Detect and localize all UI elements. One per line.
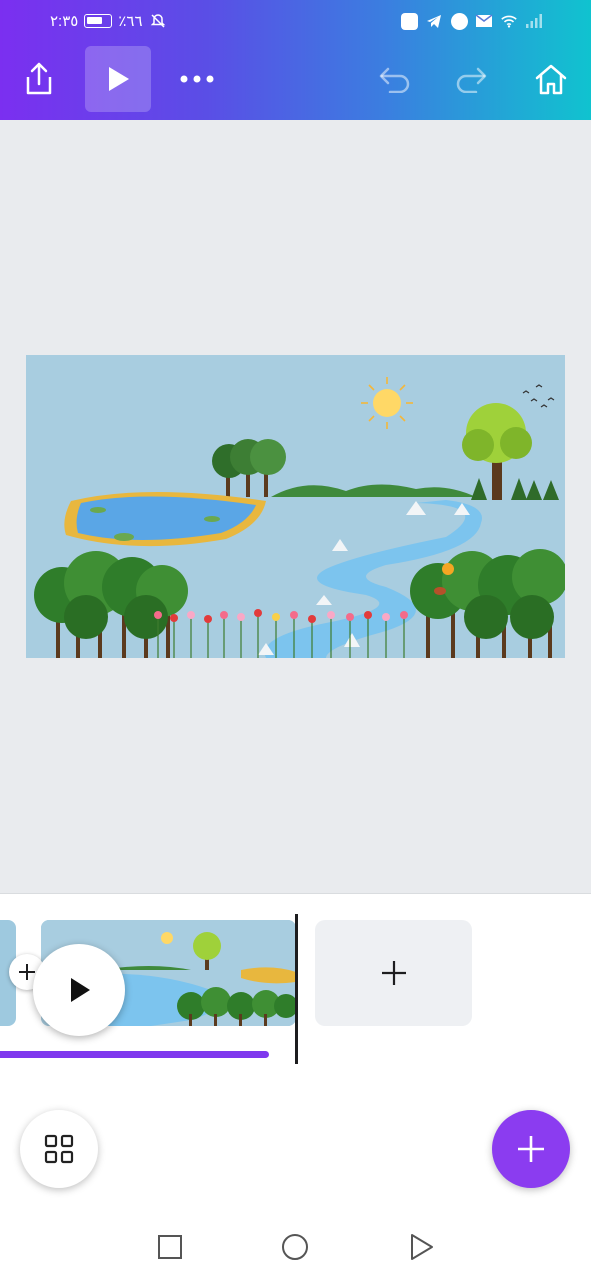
more-icon <box>180 75 214 83</box>
bell-off-icon <box>149 12 167 30</box>
telegram-icon <box>425 12 443 30</box>
back-nav-button[interactable] <box>406 1232 436 1262</box>
clock: ٢:٣٥ <box>50 13 79 30</box>
top-toolbar: ٢:٣٥ ٪٦٦ <box>0 0 591 120</box>
play-icon <box>109 67 129 91</box>
add-element-button[interactable] <box>492 1110 570 1188</box>
redo-icon <box>456 67 487 93</box>
play-preview-button[interactable] <box>85 46 151 112</box>
app-notification-icon <box>400 12 418 30</box>
triangle-icon <box>411 1234 433 1260</box>
more-options-button[interactable] <box>164 46 230 112</box>
design-page[interactable] <box>26 355 565 658</box>
undo-icon <box>379 67 410 93</box>
playback-progress-bar <box>0 1051 269 1058</box>
plus-icon <box>381 961 406 985</box>
mail-icon <box>475 12 493 30</box>
canvas-area[interactable] <box>0 120 591 893</box>
grid-view-button[interactable] <box>20 1110 98 1188</box>
timeline-play-button[interactable] <box>33 944 125 1036</box>
home-nav-button[interactable] <box>280 1232 310 1262</box>
share-button[interactable] <box>6 46 72 112</box>
messenger-icon <box>450 12 468 30</box>
grid-icon <box>44 1134 74 1164</box>
landscape-illustration <box>26 355 565 658</box>
playhead[interactable] <box>295 914 298 1064</box>
share-icon <box>26 62 52 95</box>
redo-button[interactable] <box>438 46 504 112</box>
circle-icon <box>282 1234 308 1260</box>
wifi-icon <box>500 12 518 30</box>
plus-icon <box>518 1136 544 1162</box>
system-navigation-bar <box>0 1210 591 1280</box>
home-icon <box>535 64 567 95</box>
home-button[interactable] <box>518 46 584 112</box>
battery-icon <box>84 14 113 28</box>
add-page-button[interactable] <box>315 920 472 1026</box>
signal-icon <box>525 12 543 30</box>
play-icon <box>71 978 90 1002</box>
recents-button[interactable] <box>155 1232 185 1262</box>
battery-percent: ٪٦٦ <box>118 13 143 30</box>
undo-button[interactable] <box>362 46 428 112</box>
square-icon <box>158 1235 182 1259</box>
status-bar: ٢:٣٥ ٪٦٦ <box>0 0 591 44</box>
